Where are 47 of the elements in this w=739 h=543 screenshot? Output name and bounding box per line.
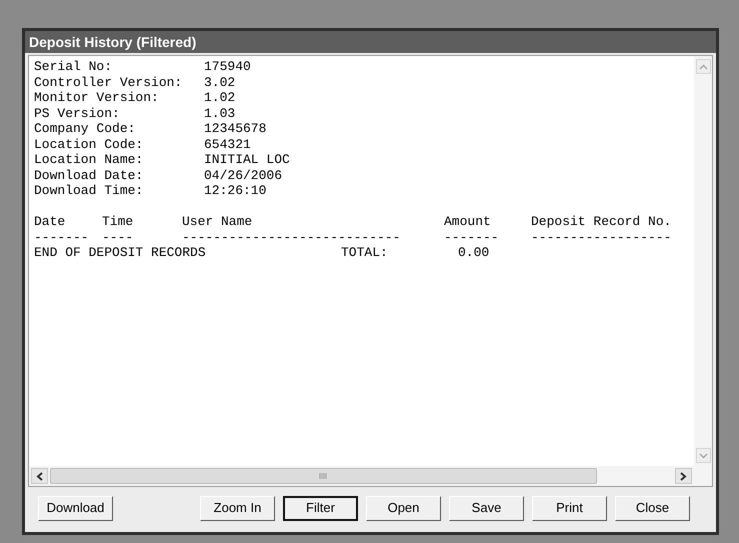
scroll-left-button[interactable] [31,468,48,484]
dialog-button[interactable]: Save [449,496,524,520]
scroll-thumb[interactable] [50,468,597,484]
field-value: 175940 [204,59,251,74]
column-heading: Amount [444,214,491,229]
dialog-button[interactable]: Close [615,496,690,520]
dialog-button[interactable]: Open [366,496,441,520]
field-value: 654321 [204,136,251,152]
dialog-button[interactable]: Filter [283,496,358,520]
vertical-scrollbar[interactable] [694,56,712,486]
total-label: TOTAL: [341,245,388,260]
dialog-button[interactable]: Print [532,496,607,520]
dialog-button[interactable]: Zoom In [200,496,275,520]
field-value: 3.02 [204,74,236,90]
dashed-rule: ---------------------------- [182,230,400,244]
dashed-rule: ------------------ [531,230,672,244]
field-label: PS Version: [34,106,120,120]
field-value: 04/26/2006 [204,168,282,183]
field-value: 12345678 [204,121,266,136]
field-label: Download Time: [34,183,144,198]
scroll-up-button[interactable] [696,59,710,74]
scroll-right-button[interactable] [675,468,692,484]
field-label: Location Code: [34,136,144,152]
column-heading: Deposit Record No. [531,214,672,229]
scroll-down-button[interactable] [696,448,710,463]
column-heading: User Name [182,214,252,229]
field-label: Download Date: [34,168,144,182]
end-of-records-text: END OF DEPOSIT RECORDS [34,245,206,260]
dialog-button[interactable]: Download [38,496,113,520]
field-label: Serial No: [34,59,112,74]
grip-icon [319,473,328,479]
window-title: Deposit History (Filtered) [29,32,196,52]
total-value: 0.00 [458,245,490,260]
column-heading: Date [34,214,66,229]
column-heading: Time [102,214,134,229]
field-value: 1.03 [204,106,236,121]
field-label: Controller Version: [34,74,182,90]
field-value: 12:26:10 [204,183,266,198]
field-label: Location Name: [34,152,144,167]
dashed-rule: ------- [444,230,499,244]
horizontal-scrollbar[interactable] [29,466,694,486]
dashed-rule: ------- [34,230,89,244]
dashed-rule: ---- [102,230,134,244]
field-label: Monitor Version: [34,90,159,105]
field-value: INITIAL LOC [204,152,290,168]
field-label: Company Code: [34,121,136,136]
field-value: 1.02 [204,90,236,106]
